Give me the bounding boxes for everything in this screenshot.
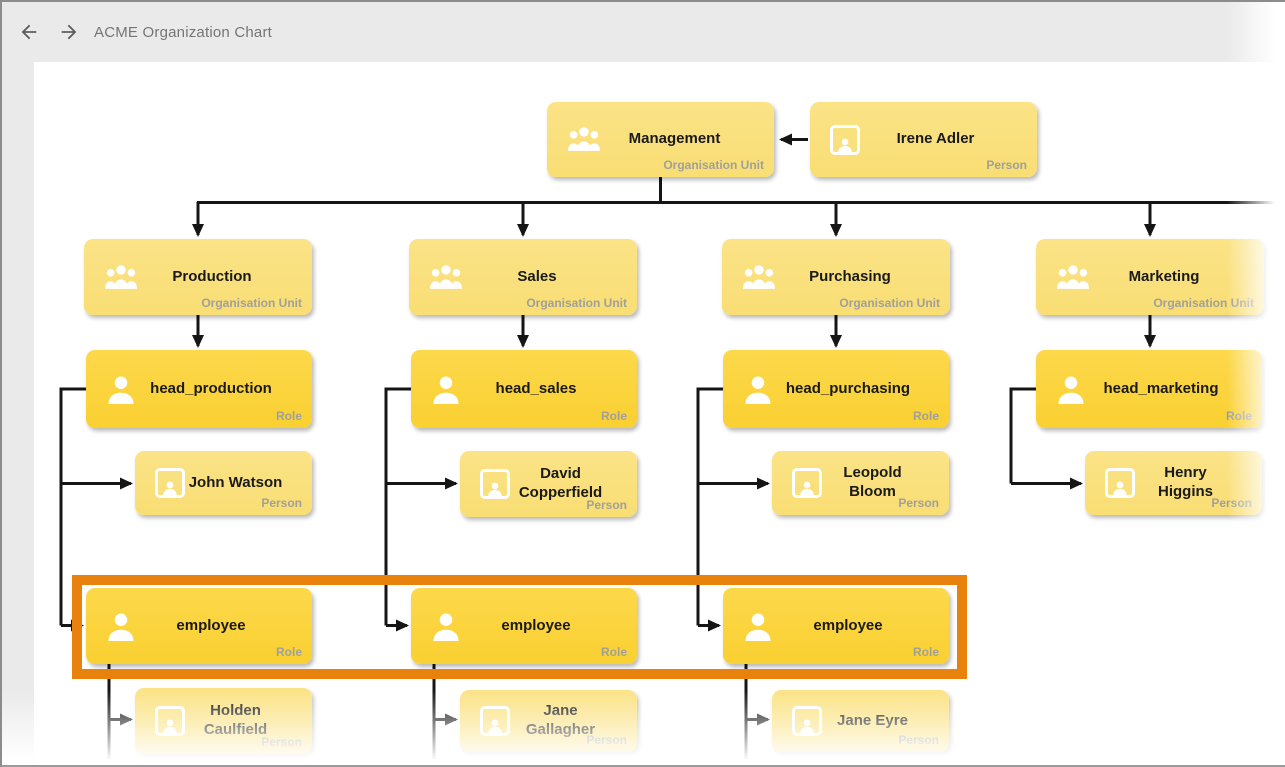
node-type-label: Role (276, 409, 302, 423)
highlight-rectangle (72, 575, 967, 679)
node-title: head_production (136, 380, 300, 399)
node-title: head_sales (461, 380, 625, 399)
node-head-sales[interactable]: head_sales Role (411, 350, 637, 428)
org-unit-icon (1056, 265, 1090, 290)
node-title: John Watson (185, 474, 300, 493)
node-title: Management (601, 130, 762, 149)
node-henry-higgins[interactable]: Henry Higgins Person (1085, 451, 1262, 515)
node-type-label: Organisation Unit (201, 296, 302, 310)
person-icon (830, 125, 860, 155)
person-icon (155, 468, 185, 498)
node-type-label: Person (261, 735, 302, 749)
node-type-label: Organisation Unit (663, 158, 764, 172)
node-type-label: Organisation Unit (839, 296, 940, 310)
person-icon (792, 468, 822, 498)
node-type-label: Person (1211, 496, 1252, 510)
node-title: Marketing (1090, 268, 1252, 287)
node-irene-adler[interactable]: Irene Adler Person (810, 102, 1037, 177)
node-type-label: Role (913, 409, 939, 423)
node-head-purchasing[interactable]: head_purchasing Role (723, 350, 949, 428)
node-john-watson[interactable]: John Watson Person (135, 451, 312, 515)
node-title: Jane Eyre (822, 712, 937, 731)
person-icon (480, 469, 510, 499)
node-leopold-bloom[interactable]: Leopold Bloom Person (772, 451, 949, 515)
node-type-label: Organisation Unit (526, 296, 627, 310)
node-title: Sales (463, 268, 625, 287)
node-type-label: Person (986, 158, 1027, 172)
person-icon (1105, 468, 1135, 498)
org-unit-icon (104, 265, 138, 290)
node-jane-eyre[interactable]: Jane Eyre Person (772, 690, 949, 752)
node-title: Purchasing (776, 268, 938, 287)
node-type-label: Person (898, 496, 939, 510)
node-type-label: Organisation Unit (1153, 296, 1254, 310)
role-icon (106, 374, 136, 404)
org-unit-icon (567, 127, 601, 152)
node-production[interactable]: Production Organisation Unit (84, 239, 312, 315)
role-icon (743, 374, 773, 404)
org-unit-icon (429, 265, 463, 290)
node-type-label: Role (601, 409, 627, 423)
node-david-copperfield[interactable]: David Copperfield Person (460, 451, 637, 517)
person-icon (792, 706, 822, 736)
node-type-label: Person (586, 733, 627, 747)
node-head-marketing[interactable]: head_marketing Role (1036, 350, 1262, 428)
node-type-label: Person (898, 733, 939, 747)
node-type-label: Role (1226, 409, 1252, 423)
node-title: head_purchasing (773, 380, 937, 399)
node-type-label: Person (261, 496, 302, 510)
person-icon (480, 706, 510, 736)
role-icon (431, 374, 461, 404)
node-sales[interactable]: Sales Organisation Unit (409, 239, 637, 315)
node-holden-caulfield[interactable]: Holden Caulfield Person (135, 688, 312, 754)
node-management[interactable]: Management Organisation Unit (547, 102, 774, 177)
node-title: Irene Adler (860, 130, 1025, 149)
org-chart-window: ACME Organization Chart (0, 0, 1285, 767)
role-icon (1056, 374, 1086, 404)
node-title: Production (138, 268, 300, 287)
node-marketing[interactable]: Marketing Organisation Unit (1036, 239, 1264, 315)
node-jane-gallagher[interactable]: Jane Gallagher Person (460, 690, 637, 752)
node-type-label: Person (586, 498, 627, 512)
org-unit-icon (742, 265, 776, 290)
node-title: head_marketing (1086, 380, 1250, 399)
node-purchasing[interactable]: Purchasing Organisation Unit (722, 239, 950, 315)
node-head-production[interactable]: head_production Role (86, 350, 312, 428)
person-icon (155, 706, 185, 736)
